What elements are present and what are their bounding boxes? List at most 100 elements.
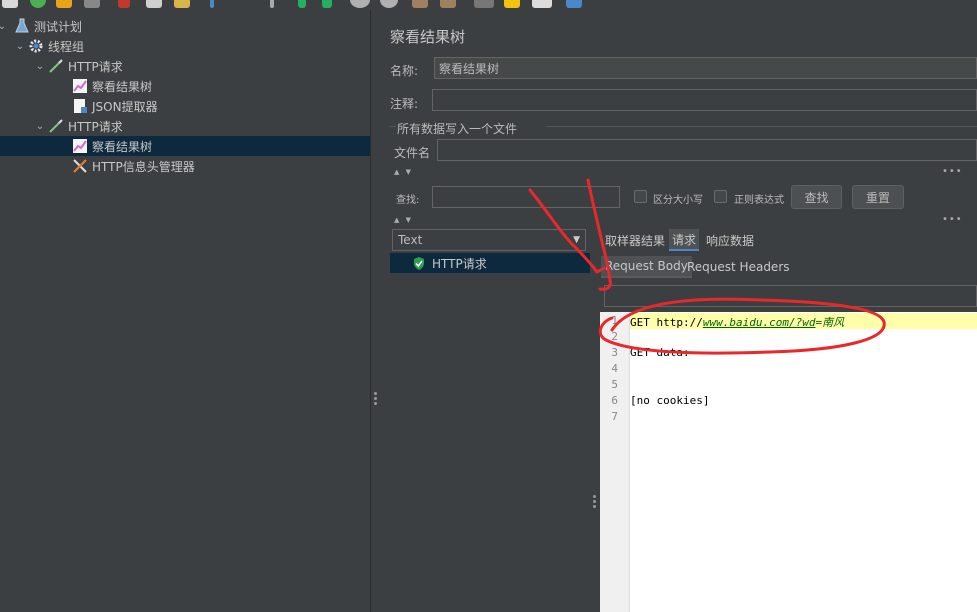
success-shield-icon: [412, 256, 426, 271]
test-plan-tree: ⌄ 测试计划 ⌄ 线程组 ⌄ HTTP请求 察看结果树 JSON提取器 ⌄ HT…: [0, 10, 370, 612]
file-group-border: [546, 126, 977, 127]
subtab-request-body[interactable]: Request Body: [601, 256, 692, 278]
copy-icon[interactable]: [146, 0, 162, 8]
stop-icon[interactable]: [350, 0, 370, 8]
filename-field[interactable]: [437, 139, 977, 161]
renderer-value: Text: [398, 233, 423, 247]
pipette-icon: [48, 118, 64, 134]
results-splitter[interactable]: [590, 229, 599, 612]
tab-sampler-result[interactable]: 取样器结果: [602, 229, 668, 251]
expand-toggle-icon[interactable]: ⌄: [34, 61, 46, 72]
tree-item-thread-group[interactable]: ⌄ 线程组: [14, 36, 370, 56]
new-icon[interactable]: [2, 0, 18, 8]
tab-request[interactable]: 请求: [669, 229, 700, 251]
tree-item-http-request-1[interactable]: ⌄ HTTP请求: [34, 56, 370, 76]
tree-item-label: HTTP请求: [68, 119, 123, 134]
cut-icon[interactable]: [118, 0, 130, 8]
tree-item-label: HTTP信息头管理器: [92, 159, 195, 174]
page-title: 察看结果树: [390, 28, 466, 46]
collapse-arrows-icon[interactable]: ▲ ▼: [394, 216, 413, 224]
save-icon[interactable]: [84, 0, 100, 8]
splitter-grip: [374, 397, 377, 400]
name-field[interactable]: [434, 57, 977, 79]
view-results-panel: 察看结果树 名称: 注释: 所有数据写入一个文件 文件名 ▲ ▼ ••• 查找:…: [380, 10, 977, 612]
file-group-label: 所有数据写入一个文件: [397, 122, 518, 136]
start-no-pause-icon[interactable]: [322, 0, 332, 8]
result-item-label: HTTP请求: [432, 256, 487, 271]
comment-label: 注释:: [390, 97, 419, 111]
tree-item-view-results-2[interactable]: 察看结果树: [0, 136, 370, 156]
code-line-6: [no cookies]: [630, 394, 710, 407]
reset-search-icon[interactable]: [504, 0, 520, 8]
result-item[interactable]: HTTP请求: [390, 253, 590, 273]
subtab-request-headers[interactable]: Request Headers: [683, 256, 794, 278]
file-group-border: [390, 126, 396, 127]
tree-item-header-manager[interactable]: HTTP信息头管理器: [70, 156, 370, 176]
panel-splitter[interactable]: [370, 10, 380, 612]
tree-item-test-plan[interactable]: ⌄ 测试计划: [0, 16, 370, 36]
clear-all-icon[interactable]: [440, 0, 456, 8]
expand-icon[interactable]: [210, 0, 214, 8]
find-button[interactable]: 查找: [791, 185, 842, 209]
request-method: GET http://: [630, 316, 703, 329]
tree-item-label: 测试计划: [34, 19, 83, 34]
request-body-editor[interactable]: 1 2 3 4 5 6 7 GET http://www.baidu.com/?…: [600, 312, 977, 612]
tree-item-json-extractor[interactable]: JSON提取器: [70, 96, 370, 116]
clear-icon[interactable]: [412, 0, 428, 8]
case-sensitive-checkbox[interactable]: [634, 190, 647, 203]
line-number: 7: [611, 410, 618, 423]
filename-label: 文件名: [394, 146, 431, 160]
comment-field[interactable]: [432, 89, 977, 111]
line-number: 1: [611, 314, 618, 327]
function-helper-icon[interactable]: [532, 0, 552, 8]
expand-toggle-icon[interactable]: ⌄: [0, 21, 8, 32]
toggle-icon[interactable]: [270, 0, 274, 8]
search-input[interactable]: [432, 186, 620, 208]
line-number: 3: [611, 346, 618, 359]
flask-icon: [14, 18, 30, 34]
splitter-grip: [593, 500, 596, 503]
splitter-grip: [374, 392, 377, 395]
request-query-tail: =南风: [815, 316, 845, 329]
line-number: 4: [611, 362, 618, 375]
request-url-link[interactable]: www.baidu.com/?wd: [703, 316, 816, 329]
request-search-field[interactable]: [604, 285, 977, 307]
toolbar: [0, 0, 977, 10]
regex-checkbox[interactable]: [714, 190, 727, 203]
tree-item-label: 察看结果树: [92, 79, 153, 94]
help-icon[interactable]: [566, 0, 582, 8]
line-number: 2: [611, 330, 618, 343]
renderer-select[interactable]: Text ▼: [392, 229, 586, 251]
drag-handle-icon[interactable]: •••: [942, 214, 963, 225]
paste-icon[interactable]: [174, 0, 190, 8]
gear-icon: [28, 38, 44, 54]
open-icon[interactable]: [56, 0, 72, 8]
tree-item-label: JSON提取器: [92, 99, 158, 114]
tab-response-data[interactable]: 响应数据: [703, 229, 757, 251]
tree-item-label: 线程组: [48, 39, 85, 54]
tree-item-label: 察看结果树: [92, 139, 153, 154]
collapse-arrows-icon[interactable]: ▲ ▼: [394, 168, 413, 176]
tree-item-label: HTTP请求: [68, 59, 123, 74]
tree-item-http-request-2[interactable]: ⌄ HTTP请求: [34, 116, 370, 136]
expand-toggle-icon[interactable]: ⌄: [14, 41, 26, 52]
templates-icon[interactable]: [30, 0, 46, 8]
splitter-grip: [593, 495, 596, 498]
tree-item-view-results-1[interactable]: 察看结果树: [70, 76, 370, 96]
shutdown-icon[interactable]: [380, 0, 398, 8]
name-label: 名称:: [390, 64, 419, 78]
regex-label: 正则表达式: [734, 195, 784, 206]
start-icon[interactable]: [298, 0, 306, 8]
tools-icon: [72, 158, 88, 174]
case-sensitive-label: 区分大小写: [653, 195, 703, 206]
expand-toggle-icon[interactable]: ⌄: [34, 121, 46, 132]
search-icon[interactable]: [474, 0, 494, 8]
line-number: 5: [611, 378, 618, 391]
code-line-3: GET data:: [630, 346, 690, 359]
chart-icon: [72, 78, 88, 94]
drag-handle-icon[interactable]: •••: [942, 166, 963, 177]
pipette-icon: [48, 58, 64, 74]
search-label: 查找:: [396, 195, 420, 206]
reset-button[interactable]: 重置: [852, 185, 904, 209]
line-number: 6: [611, 394, 618, 407]
